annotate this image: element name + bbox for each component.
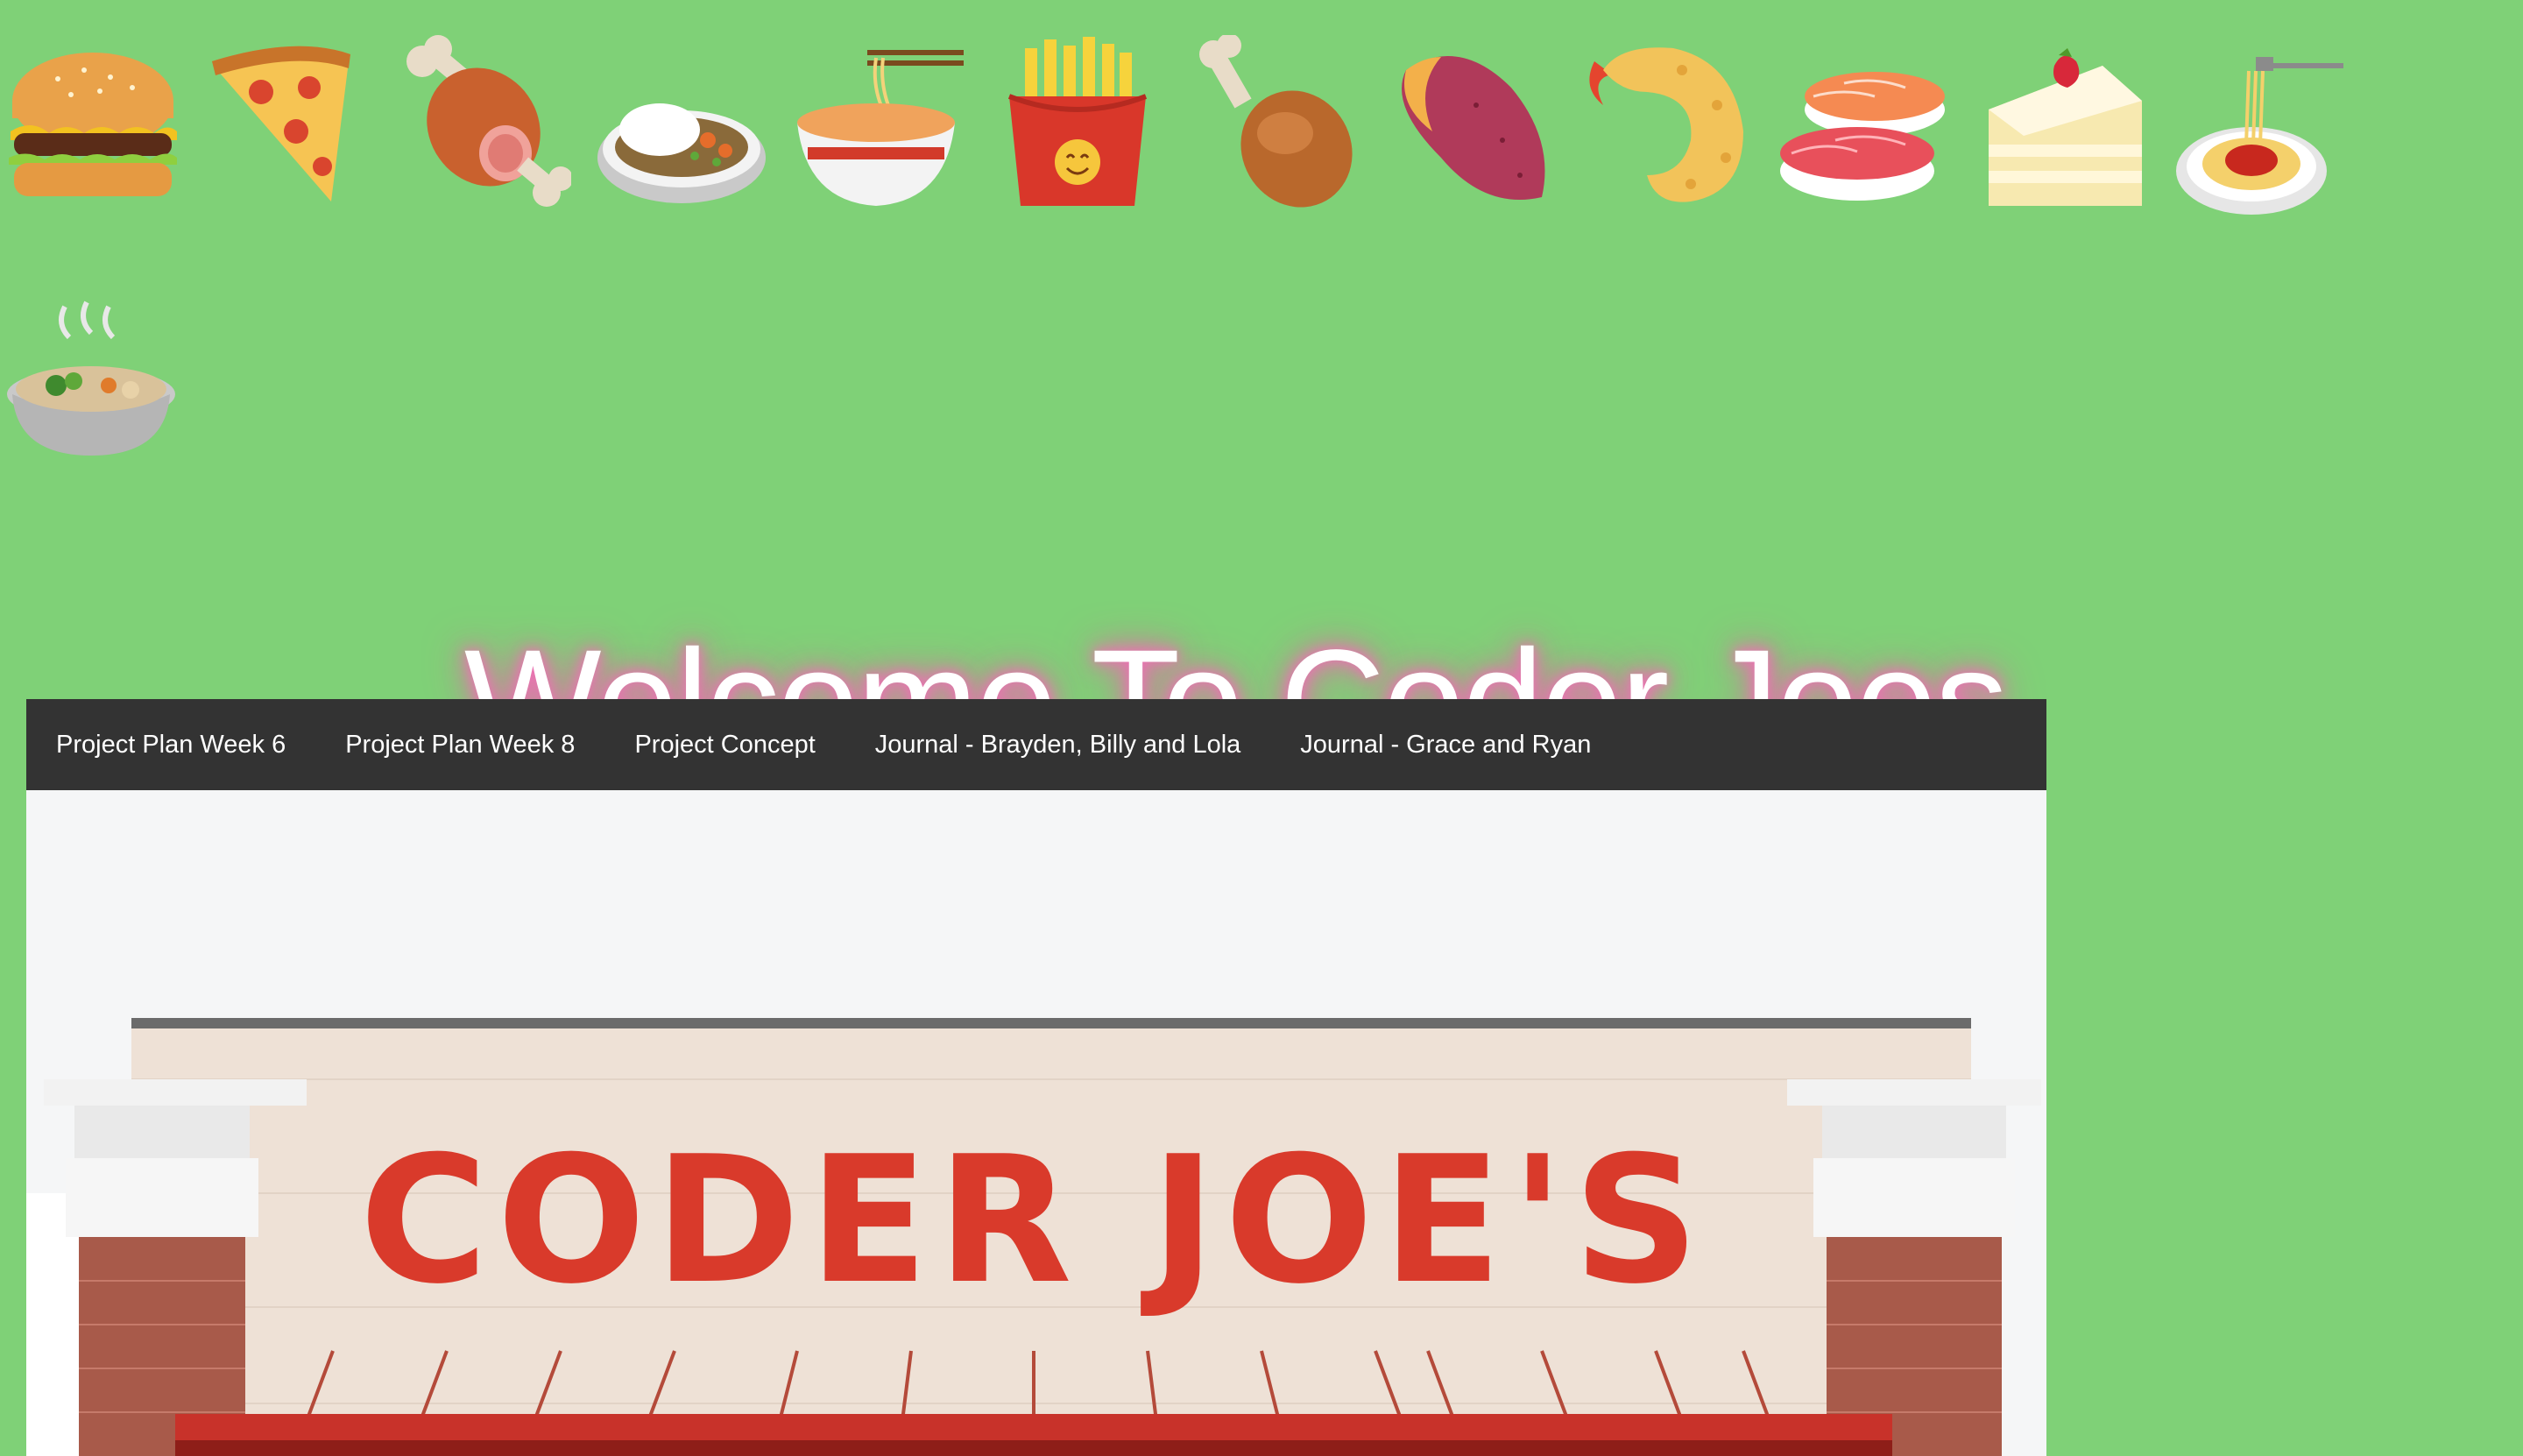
shortcake-icon bbox=[1971, 48, 2146, 223]
meat-on-bone-icon bbox=[396, 35, 571, 210]
curry-rice-icon bbox=[594, 53, 769, 228]
poultry-leg-icon bbox=[1187, 35, 1362, 210]
sweet-potato-icon bbox=[1380, 35, 1555, 210]
hamburger-icon bbox=[5, 35, 180, 210]
pizza-icon bbox=[200, 35, 375, 210]
nav-link-journal-grace-ryan[interactable]: Journal - Grace and Ryan bbox=[1270, 699, 1621, 790]
nav-link-project-concept[interactable]: Project Concept bbox=[604, 699, 845, 790]
nav-link-project-plan-week-6[interactable]: Project Plan Week 6 bbox=[26, 699, 315, 790]
store-sign-text: CODER JOE'S bbox=[359, 1119, 1707, 1323]
hero-image: CODER JOE'S bbox=[26, 790, 2046, 1456]
storefront-illustration: CODER JOE'S bbox=[26, 790, 2046, 1456]
stew-icon bbox=[4, 298, 179, 473]
french-fries-icon bbox=[990, 35, 1165, 210]
sushi-icon bbox=[1774, 48, 1949, 223]
spaghetti-icon bbox=[2173, 48, 2348, 223]
ramen-icon bbox=[788, 35, 964, 210]
page: Welcome To Coder Joes Project Plan Week … bbox=[0, 0, 2523, 1456]
nav-link-project-plan-week-8[interactable]: Project Plan Week 8 bbox=[315, 699, 604, 790]
emoji-banner bbox=[0, 0, 2523, 491]
fried-shrimp-icon bbox=[1577, 35, 1752, 210]
nav-link-journal-brayden-billy-lola[interactable]: Journal - Brayden, Billy and Lola bbox=[845, 699, 1271, 790]
nav-bar: Project Plan Week 6 Project Plan Week 8 … bbox=[26, 699, 2046, 790]
